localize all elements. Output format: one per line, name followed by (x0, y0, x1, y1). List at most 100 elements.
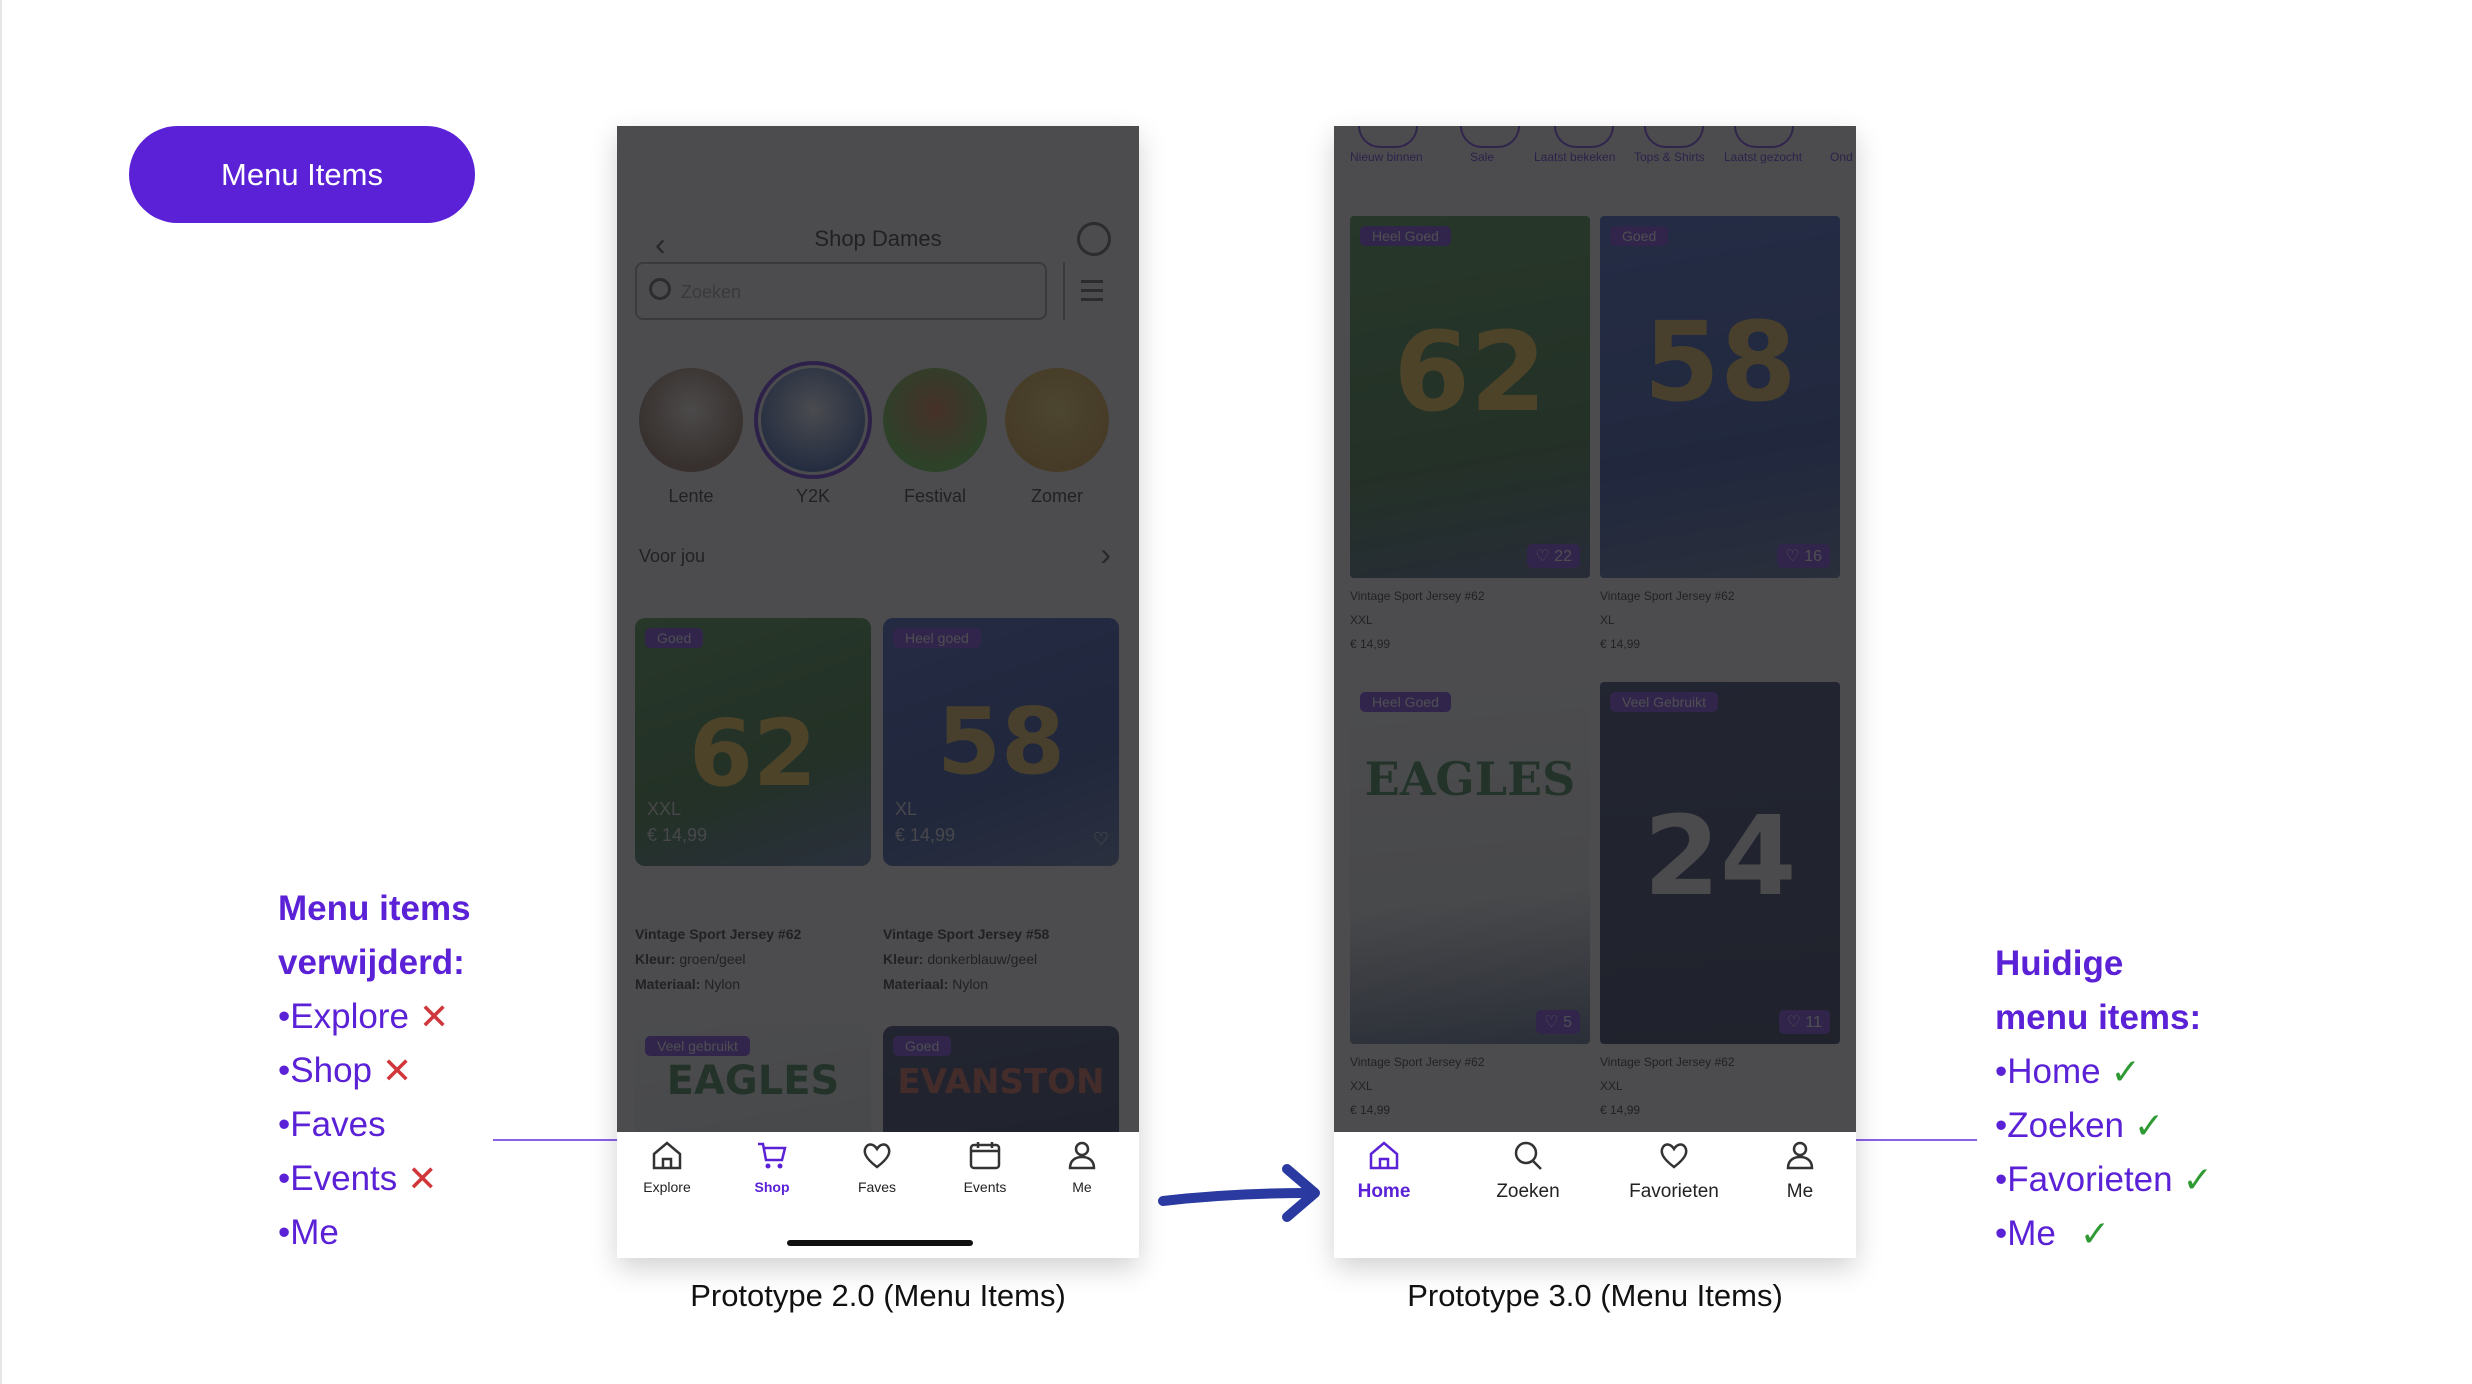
removed-item-shop: •Shop ✕ (278, 1044, 471, 1098)
search-placeholder: Zoeken (681, 282, 742, 302)
product-size: XL (895, 799, 918, 819)
page-left-edge (0, 0, 2, 1384)
check-icon: ✓ (2134, 1105, 2165, 1146)
tab-zoeken[interactable]: Zoeken (1478, 1140, 1578, 1203)
tab-me[interactable]: Me (1750, 1140, 1850, 1203)
category-lente[interactable]: Lente (639, 368, 743, 507)
cross-icon: ✕ (418, 996, 450, 1037)
product-card[interactable]: EAGLES Heel Goed ♡ 5 (1350, 682, 1590, 1044)
cross-icon: ✕ (382, 1050, 413, 1091)
removed-item-events: •Events ✕ (278, 1152, 471, 1206)
tab-bar: Explore Shop Faves Events Me (617, 1132, 1139, 1258)
section-title: Voor jou (639, 546, 706, 566)
current-item-me: •Me ✓ (1995, 1207, 2213, 1261)
screen-title: Shop Dames (814, 226, 942, 251)
chip-label: Nieuw binnen (1350, 150, 1423, 164)
condition-badge: Heel goed (893, 628, 981, 648)
product-info: Vintage Sport Jersey #62 XXL € 14,99 (1350, 589, 1485, 651)
home-indicator (787, 1240, 973, 1246)
jersey-number: 24 (1643, 792, 1797, 920)
condition-badge: Veel gebruikt (645, 1036, 750, 1056)
chip-label: Sale (1470, 150, 1495, 164)
cart-icon (758, 1142, 787, 1169)
note-heading-line2: verwijderd: (278, 943, 465, 982)
tab-bar: Home Zoeken Favorieten Me (1334, 1132, 1856, 1258)
category-chip[interactable] (1644, 126, 1704, 148)
jersey-text: EAGLES (666, 1058, 840, 1104)
kept-item-me: •Me (278, 1213, 339, 1252)
prototype-3-caption: Prototype 3.0 (Menu Items) (1407, 1278, 1783, 1313)
search-icon (649, 278, 671, 300)
note-heading-line1: Huidige (1995, 944, 2124, 983)
product-card[interactable]: EAGLES Veel gebruikt (635, 1026, 871, 1132)
category-y2k[interactable]: Y2K (754, 361, 872, 507)
category-festival[interactable]: Festival (883, 368, 987, 507)
category-chip[interactable] (1460, 126, 1520, 148)
product-card[interactable]: 58 Heel goed XL € 14,99 ♡ (883, 618, 1119, 866)
product-card[interactable]: 62 Goed XXL € 14,99 (635, 618, 871, 866)
product-info: Vintage Sport Jersey #62 XL € 14,99 (1600, 589, 1735, 651)
tab-faves[interactable]: Faves (827, 1140, 927, 1195)
prototype-2-caption: Prototype 2.0 (Menu Items) (690, 1278, 1066, 1313)
settings-icon[interactable] (1077, 222, 1111, 256)
category-chip[interactable] (1554, 126, 1614, 148)
tab-home[interactable]: Home (1334, 1140, 1434, 1203)
product-card[interactable]: 62 Heel Goed ♡ 22 (1350, 216, 1590, 578)
menu-items-badge[interactable]: Menu Items (129, 126, 475, 223)
arrow-right-icon (1158, 1164, 1320, 1222)
calendar-icon (969, 1142, 1001, 1170)
tab-favorieten[interactable]: Favorieten (1604, 1140, 1744, 1203)
chip-label: Ond (1830, 150, 1853, 164)
tab-events[interactable]: Events (935, 1140, 1035, 1195)
product-info: Vintage Sport Jersey #58 Kleur: donkerbl… (883, 926, 1050, 992)
tab-shop[interactable]: Shop (722, 1140, 822, 1195)
filter-icon[interactable] (1063, 262, 1121, 320)
home-icon (1369, 1141, 1399, 1170)
product-card[interactable]: 58 Goed ♡ 16 (1600, 216, 1840, 578)
kept-item-faves: •Faves (278, 1105, 386, 1144)
user-icon (1068, 1141, 1096, 1170)
tab-me[interactable]: Me (1032, 1140, 1132, 1195)
category-zomer[interactable]: Zomer (1005, 368, 1109, 507)
prototype-2-phone: ‹ Shop Dames Zoeken Lente Y2K Festival Z… (617, 126, 1139, 1258)
like-count[interactable]: ♡ 5 (1536, 1010, 1580, 1034)
chevron-right-icon[interactable]: › (1100, 536, 1111, 573)
category-carousel: Lente Y2K Festival Zomer (639, 361, 1129, 518)
heart-icon: ♡ (1535, 548, 1550, 565)
product-card[interactable]: 24 Veel Gebruikt ♡ 11 (1600, 682, 1840, 1044)
like-count[interactable]: ♡ 16 (1777, 544, 1830, 568)
condition-badge: Heel Goed (1360, 226, 1451, 246)
product-card[interactable]: EVANSTON Goed (883, 1026, 1119, 1132)
search-icon (1514, 1141, 1542, 1170)
heart-icon: ♡ (1786, 1014, 1801, 1031)
tab-explore[interactable]: Explore (617, 1140, 717, 1195)
prototype-3-screen: Nieuw binnen Sale Laatst bekeken Tops & … (1334, 126, 1856, 1132)
category-chip[interactable] (1358, 126, 1418, 148)
heart-icon (1660, 1143, 1688, 1169)
heart-icon: ♡ (1544, 1014, 1559, 1031)
heart-icon[interactable]: ♡ (1093, 829, 1109, 850)
like-count[interactable]: ♡ 22 (1527, 544, 1580, 568)
current-item-zoeken: •Zoeken ✓ (1995, 1099, 2213, 1153)
category-chip[interactable] (1734, 126, 1794, 148)
check-icon: ✓ (2110, 1051, 2141, 1092)
jersey-text: EVANSTON (897, 1062, 1105, 1102)
removed-item-explore: •Explore ✕ (278, 990, 471, 1044)
heart-icon: ♡ (1785, 548, 1800, 565)
condition-badge: Veel Gebruikt (1610, 692, 1719, 712)
chip-label: Tops & Shirts (1634, 150, 1705, 164)
jersey-number: 62 (1393, 308, 1547, 436)
product-size: XXL (647, 799, 682, 819)
jersey-number: 58 (1643, 298, 1797, 426)
check-icon: ✓ (2079, 1213, 2111, 1254)
heart-icon (863, 1143, 891, 1169)
note-heading-line1: Menu items (278, 889, 471, 928)
like-count[interactable]: ♡ 11 (1778, 1010, 1830, 1034)
condition-badge: Goed (1610, 226, 1669, 246)
removed-menu-items-note: Menu items verwijderd: •Explore ✕ •Shop ✕ … (278, 882, 471, 1260)
product-info: Vintage Sport Jersey #62 XXL € 14,99 (1600, 1055, 1735, 1117)
condition-badge: Goed (893, 1036, 952, 1056)
search-input[interactable]: Zoeken (635, 262, 1047, 320)
chip-label: Laatst gezocht (1724, 150, 1803, 164)
check-icon: ✓ (2182, 1159, 2213, 1200)
